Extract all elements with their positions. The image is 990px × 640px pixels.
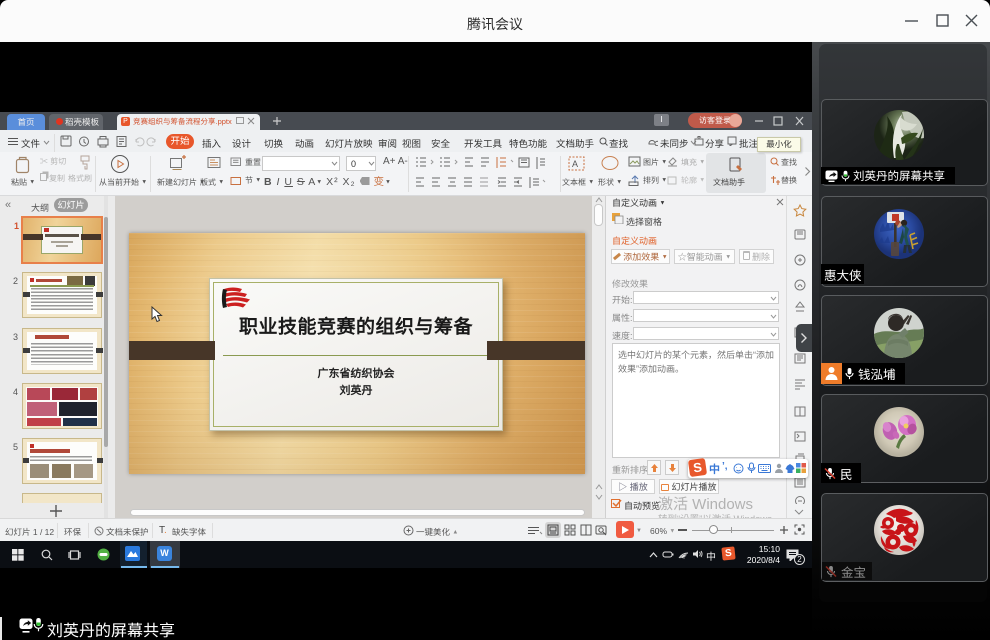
svg-text:A: A bbox=[572, 159, 578, 169]
